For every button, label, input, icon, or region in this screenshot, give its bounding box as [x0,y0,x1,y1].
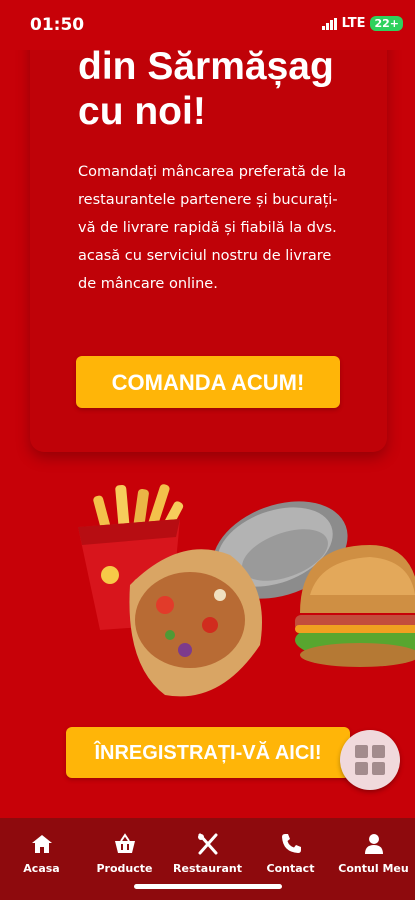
user-icon [364,834,383,854]
home-indicator[interactable] [134,884,282,889]
phone-icon [281,834,301,853]
nav-item-home[interactable]: Acasa [0,818,83,900]
nav-label-account: Contul Meu [338,862,409,875]
battery-icon: 22+ [370,16,403,31]
nav-label-products: Producte [96,862,153,875]
nav-label-restaurant: Restaurant [173,862,242,875]
status-bar: 01:50 LTE 22+ [0,0,415,50]
grid-icon [355,745,385,775]
hero-title-line-2: cu noi! [78,90,206,133]
nav-item-account[interactable]: Contul Meu [332,818,415,900]
hero-title: din Sărmășag cu noi! [78,44,378,134]
hero-description: Comandați mâncarea preferată de la resta… [78,164,347,292]
status-time: 01:50 [30,15,85,35]
network-type: LTE [341,16,366,31]
signal-icon [321,17,337,30]
food-illustration [78,484,415,697]
hero-title-line-1: din Sărmășag [78,45,334,88]
home-icon [31,835,52,853]
basket-icon [114,833,135,853]
apps-grid-button[interactable] [340,730,400,790]
order-now-button[interactable]: COMANDA ACUM! [76,356,340,408]
register-button[interactable]: ÎNREGISTRAȚI-VĂ AICI! [66,727,350,778]
nav-label-home: Acasa [23,862,60,875]
status-indicators: LTE 22+ [321,16,403,31]
nav-label-contact: Contact [266,862,315,875]
cutlery-icon [197,833,217,855]
